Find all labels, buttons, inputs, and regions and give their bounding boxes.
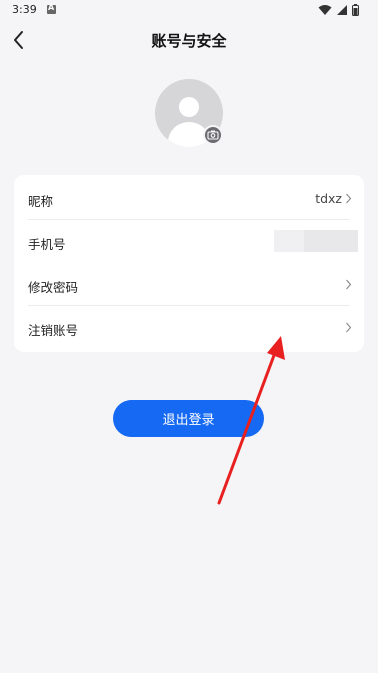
nickname-label: 昵称 <box>28 194 54 209</box>
settings-card: 昵称 tdxz 手机号 修改密码 注销账号 <box>14 175 364 352</box>
chevron-right-icon <box>346 279 352 290</box>
camera-badge[interactable] <box>203 125 223 145</box>
avatar[interactable] <box>155 79 223 147</box>
phone-value-redacted <box>274 230 358 252</box>
chevron-right-icon <box>346 322 352 333</box>
phone-row[interactable]: 手机号 <box>14 220 364 263</box>
page-title: 账号与安全 <box>151 32 227 50</box>
status-time: 3:39 <box>12 3 37 16</box>
camera-icon <box>207 130 219 140</box>
delete-account-label: 注销账号 <box>28 323 79 338</box>
status-icons <box>318 4 368 16</box>
nav-bar: 账号与安全 <box>0 20 378 60</box>
change-password-label: 修改密码 <box>28 280 79 295</box>
nickname-value: tdxz <box>315 191 342 206</box>
logout-button[interactable]: 退出登录 <box>113 400 264 437</box>
chevron-right-icon <box>346 193 352 204</box>
nickname-row[interactable]: 昵称 tdxz <box>14 177 364 220</box>
delete-account-row[interactable]: 注销账号 <box>14 306 364 349</box>
battery-icon <box>352 4 359 16</box>
wifi-icon <box>318 5 332 15</box>
a-notification-icon <box>47 3 56 14</box>
account-security-screen: 3:39 账号与安全 <box>0 0 378 673</box>
change-password-row[interactable]: 修改密码 <box>14 263 364 306</box>
status-bar: 3:39 <box>0 0 378 20</box>
signal-icon <box>337 5 347 15</box>
phone-label: 手机号 <box>28 237 66 252</box>
